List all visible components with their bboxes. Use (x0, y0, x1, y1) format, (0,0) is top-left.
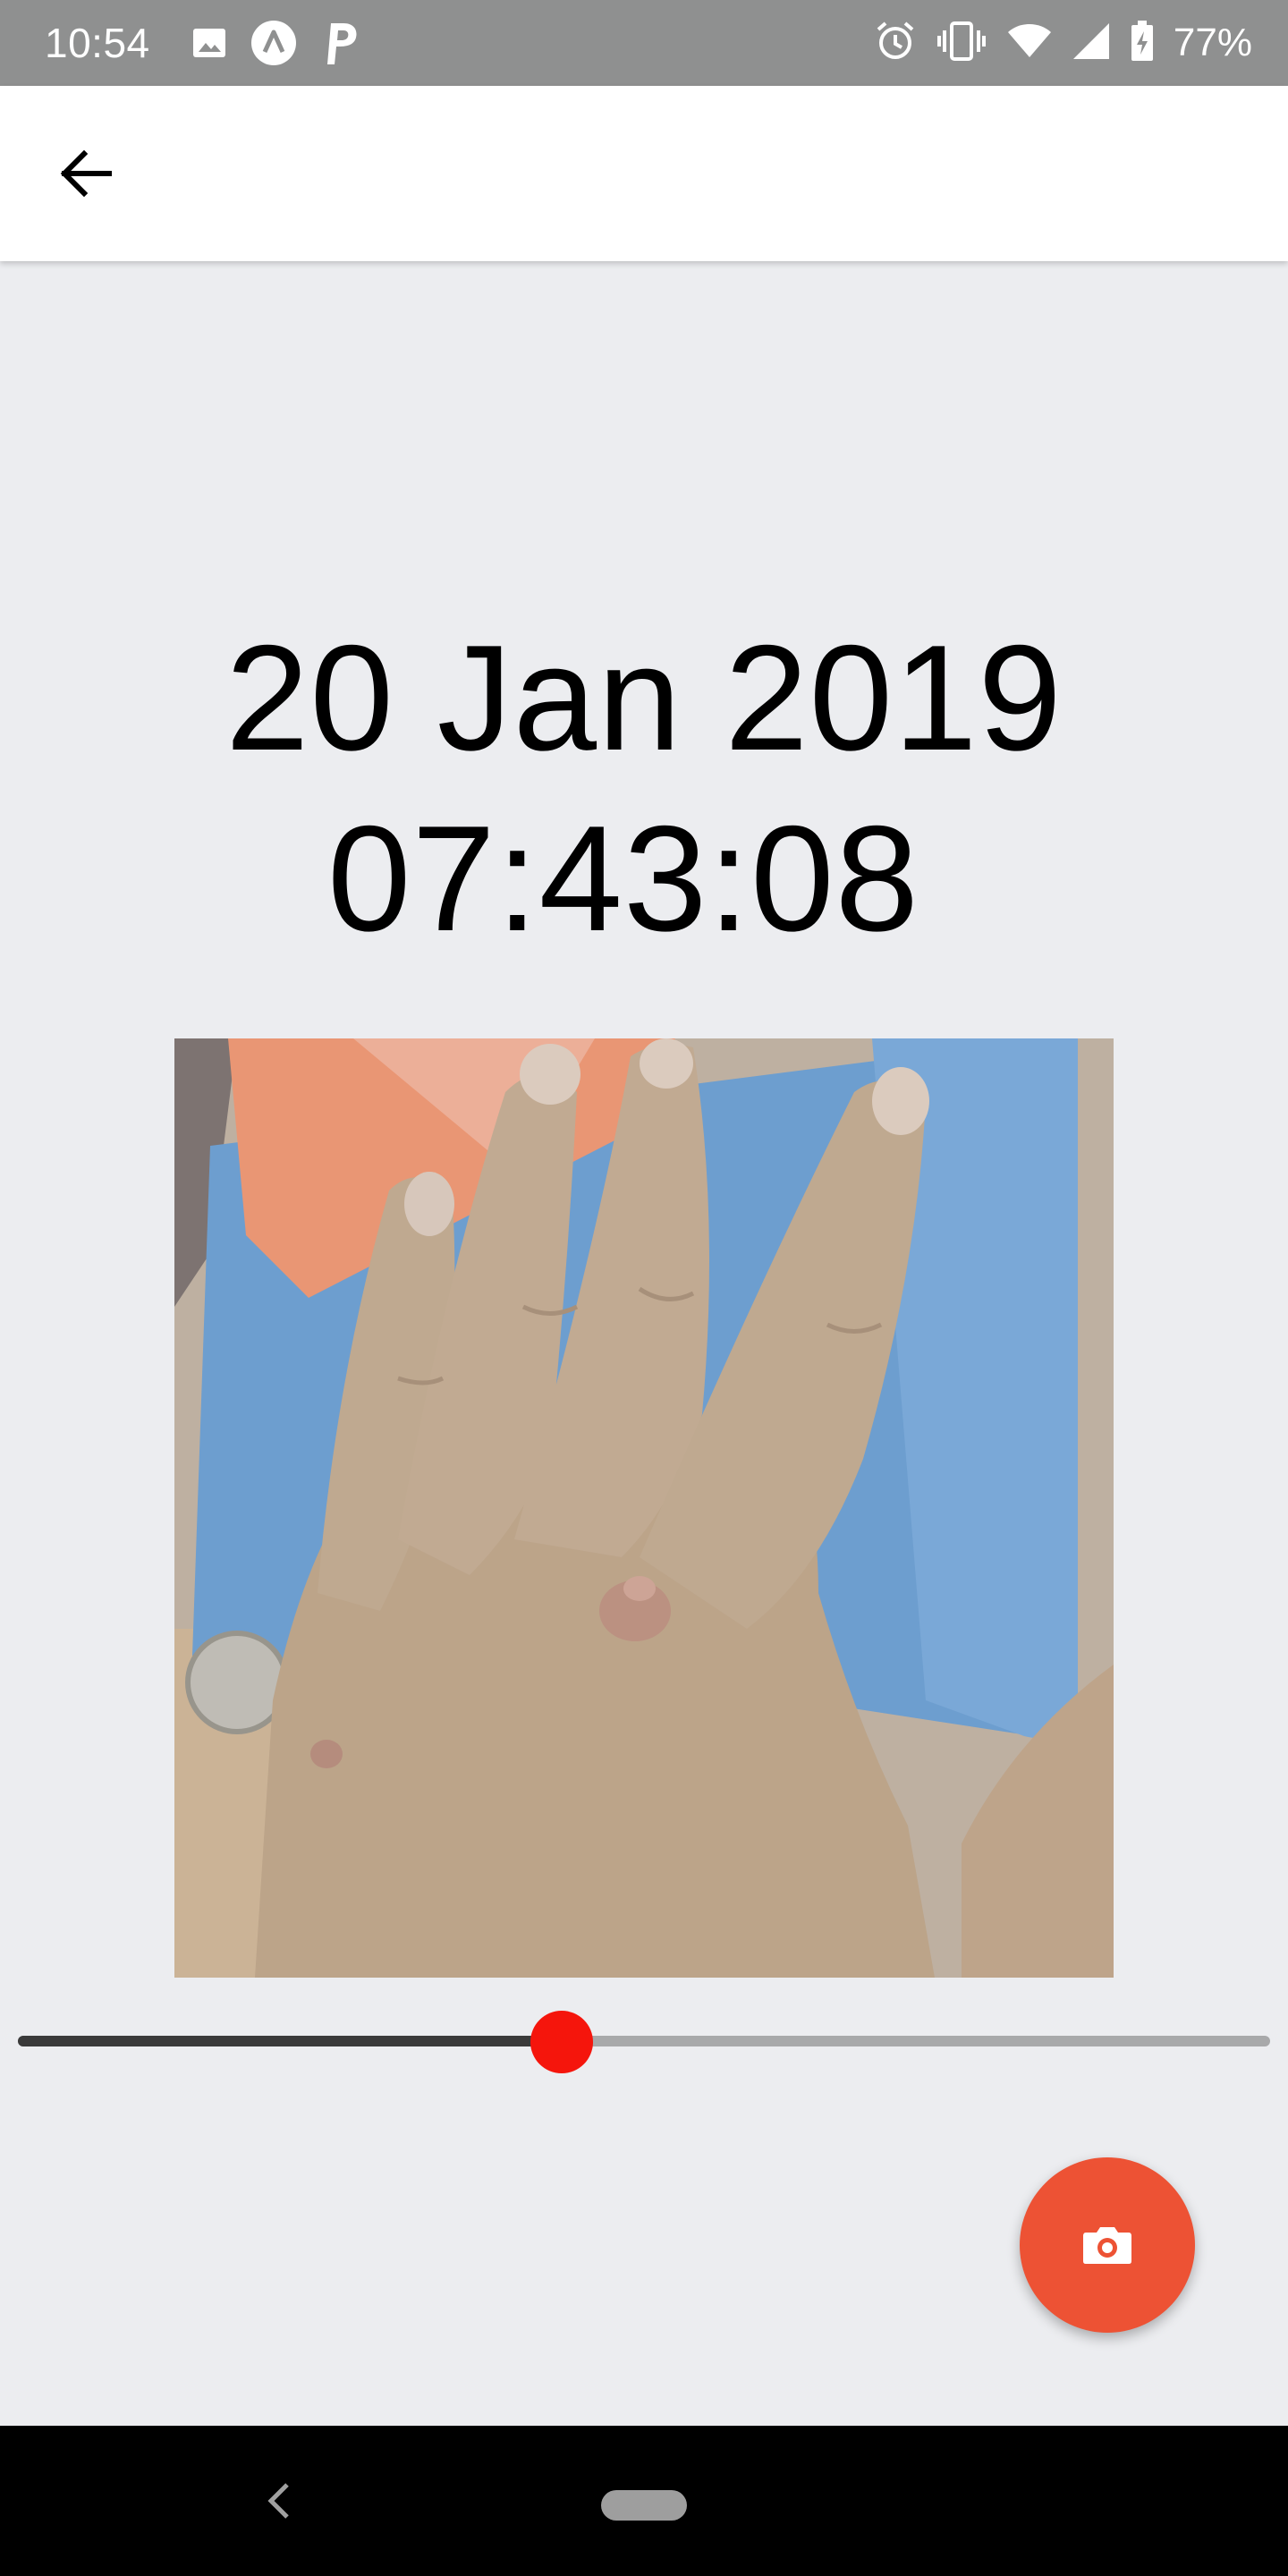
slider-thumb[interactable] (530, 2011, 593, 2073)
hand-photo (174, 1038, 1114, 1978)
signal-icon (1072, 21, 1111, 65)
nav-back-button[interactable] (259, 2472, 299, 2529)
arrow-back-icon (60, 149, 112, 198)
slider-fill (18, 2036, 562, 2046)
app-a-icon (250, 20, 297, 71)
nav-home-pill[interactable] (601, 2490, 687, 2521)
chevron-left-icon (267, 2483, 289, 2519)
capture-date: 20 Jan 2019 (225, 614, 1063, 782)
wifi-icon (1007, 23, 1052, 64)
back-button[interactable] (50, 138, 122, 209)
status-system-icons: 77% (875, 16, 1252, 70)
battery-percentage: 77% (1173, 21, 1252, 64)
parking-p-icon (320, 20, 360, 71)
app-bar (0, 86, 1288, 261)
image-icon (191, 25, 227, 65)
battery-charging-icon (1131, 20, 1154, 66)
status-time: 10:54 (45, 20, 150, 66)
timeline-slider[interactable] (16, 2004, 1272, 2075)
alarm-icon (875, 21, 916, 66)
capture-time: 07:43:08 (327, 794, 919, 962)
camera-icon (1083, 2227, 1131, 2264)
camera-button[interactable] (1020, 2157, 1195, 2333)
vibrate-icon (936, 21, 987, 65)
status-notification-icons (191, 20, 360, 70)
status-bar: 10:54 77% (0, 0, 1288, 86)
